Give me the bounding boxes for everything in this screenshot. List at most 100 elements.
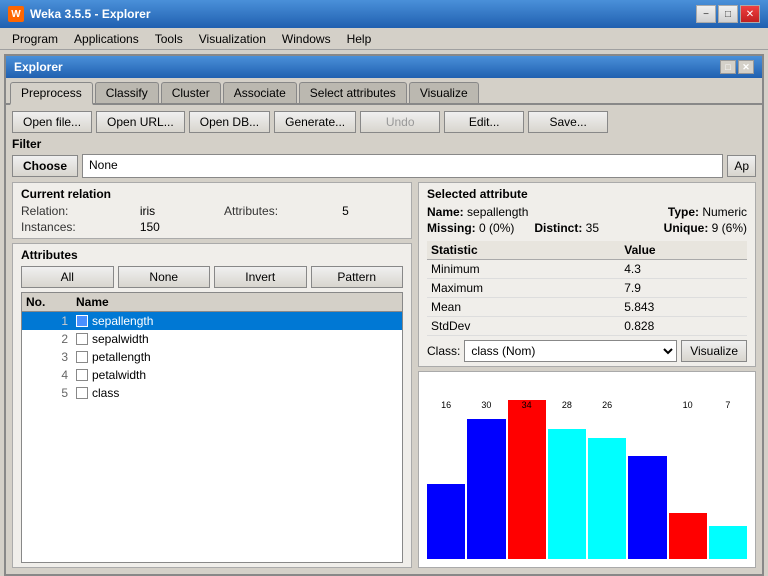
generate-button[interactable]: Generate... — [274, 111, 356, 133]
right-panel: Selected attribute Name: sepallength Typ… — [418, 182, 756, 568]
tab-cluster[interactable]: Cluster — [161, 82, 221, 103]
stat-value: 7.9 — [620, 279, 747, 298]
menu-windows[interactable]: Windows — [274, 30, 339, 48]
maximize-button[interactable]: □ — [718, 5, 738, 23]
selected-attribute-title: Selected attribute — [427, 187, 747, 201]
main-panels: Current relation Relation: iris Attribut… — [12, 182, 756, 568]
attr-checkbox[interactable] — [76, 387, 88, 399]
attr-num: 2 — [26, 332, 76, 346]
explorer-resize-button[interactable]: □ — [720, 60, 736, 74]
histogram-chart: 16 30 34 — [427, 380, 747, 559]
weka-icon: W — [8, 6, 24, 22]
filter-label: Filter — [12, 137, 756, 151]
attr-distinct-info: Distinct: 35 — [534, 221, 639, 235]
bar-group: 34 — [508, 400, 546, 559]
bar-label: 10 — [683, 400, 693, 410]
attr-name-cell: petalwidth — [76, 368, 398, 382]
table-row[interactable]: 1 sepallength — [22, 312, 402, 330]
minimize-button[interactable]: − — [696, 5, 716, 23]
relation-label: Relation: — [21, 204, 130, 218]
stat-name: Minimum — [427, 260, 620, 279]
attr-checkbox[interactable] — [76, 315, 88, 327]
bar-group: 16 — [427, 400, 465, 559]
menu-applications[interactable]: Applications — [66, 30, 147, 48]
open-url-button[interactable]: Open URL... — [96, 111, 185, 133]
table-row[interactable]: 4 petalwidth — [22, 366, 402, 384]
attr-num: 3 — [26, 350, 76, 364]
attr-num: 5 — [26, 386, 76, 400]
pattern-button[interactable]: Pattern — [311, 266, 404, 288]
tab-preprocess[interactable]: Preprocess — [10, 82, 93, 105]
visualize-button[interactable]: Visualize — [681, 340, 747, 362]
bar-group: 7 — [709, 400, 747, 559]
bar — [548, 429, 586, 559]
tab-classify[interactable]: Classify — [95, 82, 159, 103]
explorer-title-bar: Explorer □ ✕ — [6, 56, 762, 78]
stat-row-minimum: Minimum 4.3 — [427, 260, 747, 279]
open-db-button[interactable]: Open DB... — [189, 111, 270, 133]
bar — [588, 438, 626, 559]
relation-grid: Relation: iris Attributes: 5 Instances: … — [21, 204, 403, 234]
bar — [427, 484, 465, 559]
undo-button[interactable]: Undo — [360, 111, 440, 133]
tab-associate[interactable]: Associate — [223, 82, 297, 103]
all-button[interactable]: All — [21, 266, 114, 288]
stat-col-statistic: Statistic — [427, 241, 620, 260]
choose-button[interactable]: Choose — [12, 155, 78, 177]
bar-label: 26 — [602, 400, 612, 410]
attr-name-cell: petallength — [76, 350, 398, 364]
menu-program[interactable]: Program — [4, 30, 66, 48]
bar-group — [628, 400, 666, 559]
attr-checkbox[interactable] — [76, 369, 88, 381]
menu-bar: Program Applications Tools Visualization… — [0, 28, 768, 50]
col-no-header: No. — [26, 295, 76, 309]
menu-tools[interactable]: Tools — [147, 30, 191, 48]
bar-group: 26 — [588, 400, 626, 559]
tab-visualize[interactable]: Visualize — [409, 82, 479, 103]
stat-col-value: Value — [620, 241, 747, 260]
table-row[interactable]: 3 petallength — [22, 348, 402, 366]
attribute-table[interactable]: No. Name 1 sepallength — [21, 292, 403, 563]
open-file-button[interactable]: Open file... — [12, 111, 92, 133]
attr-name-cell: class — [76, 386, 398, 400]
edit-button[interactable]: Edit... — [444, 111, 524, 133]
bar — [508, 400, 546, 559]
class-select[interactable]: class (Nom) sepallength (Num) sepalwidth… — [464, 340, 677, 362]
menu-help[interactable]: Help — [339, 30, 380, 48]
instances-value: 150 — [140, 220, 214, 234]
bar-label: 16 — [441, 400, 451, 410]
toolbar: Open file... Open URL... Open DB... Gene… — [12, 111, 756, 133]
menu-visualization[interactable]: Visualization — [191, 30, 274, 48]
filter-display: None — [82, 154, 723, 178]
table-row[interactable]: 2 sepalwidth — [22, 330, 402, 348]
attribute-buttons: All None Invert Pattern — [21, 266, 403, 288]
bar-label: 7 — [725, 400, 730, 410]
apply-button[interactable]: Ap — [727, 155, 756, 177]
attr-missing-label — [534, 205, 639, 219]
stat-name: Maximum — [427, 279, 620, 298]
save-button[interactable]: Save... — [528, 111, 608, 133]
stat-value: 0.828 — [620, 317, 747, 336]
stat-row-maximum: Maximum 7.9 — [427, 279, 747, 298]
table-row[interactable]: 5 class — [22, 384, 402, 402]
attr-name-cell: sepallength — [76, 314, 398, 328]
tab-select-attributes[interactable]: Select attributes — [299, 82, 407, 103]
explorer-close-button[interactable]: ✕ — [738, 60, 754, 74]
close-button[interactable]: ✕ — [740, 5, 760, 23]
attr-missing-info: Missing: 0 (0%) — [427, 221, 532, 235]
none-button[interactable]: None — [118, 266, 211, 288]
attr-checkbox[interactable] — [76, 333, 88, 345]
stat-value: 4.3 — [620, 260, 747, 279]
invert-button[interactable]: Invert — [214, 266, 307, 288]
histogram-container: 16 30 34 — [418, 371, 756, 568]
attr-checkbox[interactable] — [76, 351, 88, 363]
bar-group: 30 — [467, 400, 505, 559]
left-panel: Current relation Relation: iris Attribut… — [12, 182, 412, 568]
attr-name: petalwidth — [92, 368, 146, 382]
relation-value: iris — [140, 204, 214, 218]
stat-name: StdDev — [427, 317, 620, 336]
col-name-header: Name — [76, 295, 398, 309]
bar-group: 28 — [548, 400, 586, 559]
explorer-title-text: Explorer — [14, 60, 63, 74]
table-header: No. Name — [22, 293, 402, 312]
